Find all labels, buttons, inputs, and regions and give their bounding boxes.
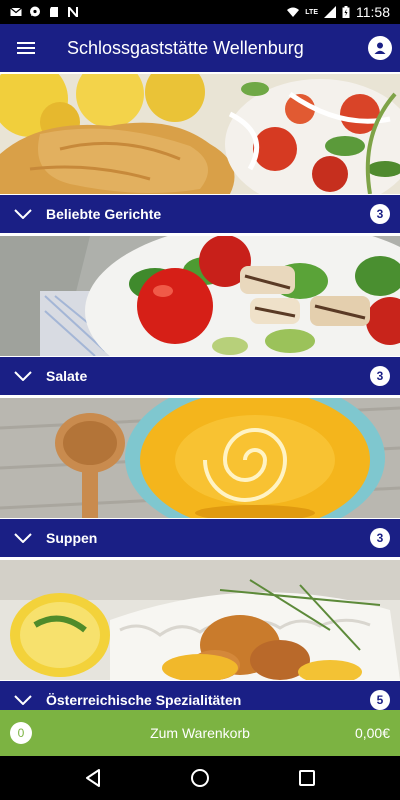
- chevron-down-icon[interactable]: [0, 695, 46, 705]
- status-bar: LTE 11:58: [0, 0, 400, 24]
- category-label: Beliebte Gerichte: [46, 206, 162, 222]
- recents-square-icon[interactable]: [287, 758, 327, 798]
- back-triangle-icon[interactable]: [73, 758, 113, 798]
- clock: 11:58: [356, 4, 390, 20]
- chevron-down-icon[interactable]: [0, 371, 46, 381]
- schnitzel-potatoes-salad-photo[interactable]: [0, 74, 400, 194]
- account-icon[interactable]: [368, 36, 392, 60]
- home-circle-icon[interactable]: [180, 758, 220, 798]
- category-header[interactable]: Salate 3: [0, 357, 400, 395]
- category-beliebte-gerichte[interactable]: Beliebte Gerichte 3: [0, 72, 400, 234]
- app-title: Schlossgaststätte Wellenburg: [67, 37, 304, 58]
- category-label: Salate: [46, 368, 88, 384]
- category-oesterreichische-spezialitaeten[interactable]: Österreichische Spezialitäten 5: [0, 558, 400, 720]
- category-salate[interactable]: Salate 3: [0, 234, 400, 396]
- system-nav-bar: [0, 756, 400, 800]
- chevron-down-icon[interactable]: [0, 209, 46, 219]
- category-header[interactable]: Suppen 3: [0, 519, 400, 557]
- hamburger-menu-icon[interactable]: [0, 24, 52, 72]
- cart-button[interactable]: 0 Zum Warenkorb 0,00€: [0, 710, 400, 756]
- fried-chicken-basket-photo[interactable]: [0, 560, 400, 680]
- cart-label: Zum Warenkorb: [150, 725, 250, 741]
- sd-card-icon: [50, 7, 58, 17]
- cart-total: 0,00€: [354, 725, 390, 741]
- count-badge: 3: [370, 528, 390, 548]
- category-label: Suppen: [46, 530, 98, 546]
- chicken-salad-photo[interactable]: [0, 236, 400, 356]
- category-header[interactable]: Beliebte Gerichte 3: [0, 195, 400, 233]
- n-notification-icon: [68, 7, 78, 17]
- count-badge: 3: [370, 366, 390, 386]
- mail-icon: [10, 7, 22, 16]
- battery-icon: [342, 6, 350, 18]
- pumpkin-soup-photo[interactable]: [0, 398, 400, 518]
- category-label: Österreichische Spezialitäten: [46, 692, 242, 708]
- signal-icon: [324, 6, 336, 18]
- chat-icon: [30, 6, 40, 17]
- count-badge: 3: [370, 204, 390, 224]
- chevron-down-icon[interactable]: [0, 533, 46, 543]
- count-badge: 5: [370, 690, 390, 710]
- category-list: Beliebte Gerichte 3 Salate 3 Suppen 3 Ös…: [0, 72, 400, 720]
- app-bar: Schlossgaststätte Wellenburg: [0, 24, 400, 72]
- lte-label: LTE: [305, 8, 318, 16]
- wifi-icon: [287, 7, 300, 17]
- category-suppen[interactable]: Suppen 3: [0, 396, 400, 558]
